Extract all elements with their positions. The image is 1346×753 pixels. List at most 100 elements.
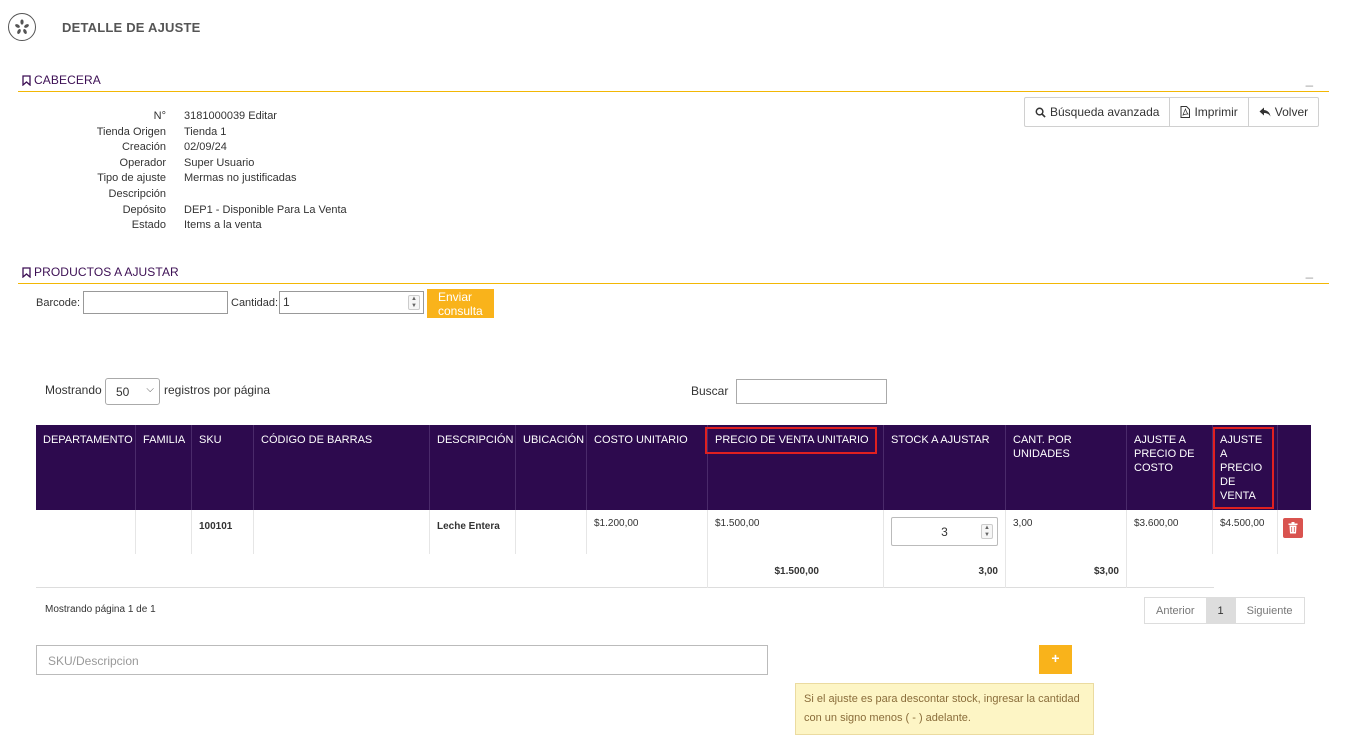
add-product-button[interactable]: +	[1039, 645, 1072, 674]
trash-icon	[1288, 522, 1298, 534]
cell-departamento	[36, 510, 135, 554]
info-row-adjust-type: Tipo de ajuste Mermas no justificadas	[0, 172, 600, 188]
section-cabecera-title: CABECERA	[34, 73, 101, 87]
bookmark-icon	[22, 267, 31, 278]
section-cabecera-header: CABECERA _	[18, 70, 1329, 92]
cell-ajuste-costo: $3.600,00	[1126, 510, 1212, 554]
col-actions	[1277, 425, 1311, 510]
table-header: DEPARTAMENTO FAMILIA SKU CÓDIGO DE BARRA…	[36, 425, 1311, 510]
stock-adjust-input[interactable]: 3 ▲ ▼	[891, 517, 998, 546]
cell-ubicacion	[515, 510, 586, 554]
total-cant: $3,00	[1093, 566, 1119, 577]
barcode-input[interactable]	[83, 291, 228, 314]
stock-adjust-value: 3	[941, 525, 948, 539]
cell-familia	[135, 510, 191, 554]
info-row-status: Estado Items a la venta	[0, 219, 600, 235]
advanced-search-label: Búsqueda avanzada	[1050, 105, 1160, 119]
total-precio-venta: $1.500,00	[774, 566, 820, 577]
footer-divider	[1126, 554, 1127, 588]
col-descripcion[interactable]: DESCRIPCIÓN	[429, 425, 515, 510]
quantity-value: 1	[283, 295, 290, 309]
submit-query-button[interactable]: Enviar consulta	[427, 289, 494, 318]
cell-descripcion: Leche Entera	[429, 510, 515, 554]
info-row-created: Creación 02/09/24	[0, 141, 600, 157]
col-codigo-barras[interactable]: CÓDIGO DE BARRAS	[253, 425, 429, 510]
search-icon	[1035, 107, 1046, 118]
col-stock-ajustar[interactable]: STOCK A AJUSTAR	[883, 425, 1005, 510]
print-label: Imprimir	[1194, 105, 1238, 119]
col-ajuste-costo[interactable]: AJUSTE A PRECIO DE COSTO	[1126, 425, 1212, 510]
cell-cant-unidades: 3,00	[1005, 510, 1126, 554]
page-length-select[interactable]: 50 ⌵	[105, 378, 160, 405]
starburst-logo-icon	[15, 19, 29, 34]
header-info-list: N° 3181000039 Editar Tienda Origen Tienda …	[0, 110, 600, 235]
quantity-label: Cantidad:	[231, 297, 279, 309]
info-value: Tienda 1	[184, 125, 227, 138]
footer-divider	[707, 554, 708, 588]
collapse-productos-button[interactable]: _	[1306, 264, 1313, 279]
col-sku[interactable]: SKU	[191, 425, 253, 510]
col-departamento[interactable]: DEPARTAMENTO	[36, 425, 135, 510]
cell-codigo-barras	[253, 510, 429, 554]
table-footer-totals: $1.500,00 3,00 $3,00	[36, 554, 1214, 588]
info-label: Tipo de ajuste	[97, 172, 166, 185]
collapse-cabecera-button[interactable]: _	[1306, 72, 1313, 87]
info-value: 3181000039 Editar	[184, 110, 277, 122]
total-stock: 3,00	[978, 566, 998, 577]
reply-arrow-icon	[1259, 107, 1271, 117]
action-button-group: Búsqueda avanzada Imprimir Volver	[1024, 97, 1320, 127]
info-value: Items a la venta	[184, 219, 262, 232]
highlight-precio-venta	[705, 427, 877, 454]
info-label: N°	[153, 110, 166, 122]
col-costo-unitario[interactable]: COSTO UNITARIO	[586, 425, 707, 510]
highlight-ajuste-venta	[1213, 427, 1274, 509]
quantity-stepper[interactable]: ▲ ▼	[408, 295, 420, 310]
pagination-next-button[interactable]: Siguiente	[1235, 597, 1305, 624]
footer-divider	[883, 554, 884, 588]
quantity-input[interactable]: 1 ▲ ▼	[279, 291, 424, 314]
info-label: Creación	[121, 141, 166, 154]
table-search-label: Buscar	[691, 384, 729, 398]
print-button[interactable]: Imprimir	[1170, 97, 1249, 127]
page-length-control: Mostrando 50 ⌵ registros por página	[45, 378, 270, 405]
info-row-number: N° 3181000039 Editar	[0, 110, 600, 126]
section-productos-title: PRODUCTOS A AJUSTAR	[34, 265, 179, 279]
info-row-description: Descripción	[0, 188, 600, 204]
length-prefix: Mostrando	[45, 383, 102, 397]
info-label: Depósito	[122, 203, 166, 216]
col-familia[interactable]: FAMILIA	[135, 425, 191, 510]
info-value: Super Usuario	[184, 156, 255, 169]
col-ubicacion[interactable]: UBICACIÓN	[515, 425, 586, 510]
cell-sku: 100101	[191, 510, 253, 554]
pdf-file-icon	[1180, 106, 1191, 118]
bookmark-icon	[22, 75, 31, 86]
advanced-search-button[interactable]: Búsqueda avanzada	[1024, 97, 1171, 127]
barcode-label: Barcode:	[36, 297, 81, 309]
cell-ajuste-venta: $4.500,00	[1212, 510, 1277, 554]
stock-adjust-stepper[interactable]: ▲ ▼	[981, 524, 993, 539]
info-label: Operador	[119, 156, 166, 169]
sku-description-input[interactable]: SKU/Descripcion	[36, 645, 768, 675]
chevron-down-icon: ⌵	[146, 384, 154, 395]
info-value: 02/09/24	[184, 141, 227, 154]
back-label: Volver	[1274, 105, 1309, 119]
info-row-operator: Operador Super Usuario	[0, 157, 600, 173]
info-value: Mermas no justificadas	[184, 172, 297, 185]
footer-divider	[1005, 554, 1006, 588]
table-search-input[interactable]	[736, 379, 887, 404]
pagination-page-button[interactable]: 1	[1206, 597, 1236, 624]
info-label: Estado	[131, 219, 166, 232]
info-label: Tienda Origen	[96, 125, 166, 138]
info-label: Descripción	[108, 187, 166, 200]
info-row-deposit: Depósito DEP1 - Disponible Para La Venta	[0, 204, 600, 220]
section-productos-header: PRODUCTOS A AJUSTAR _	[18, 262, 1329, 284]
delete-row-button[interactable]	[1283, 518, 1303, 538]
info-row-store: Tienda Origen Tienda 1	[0, 126, 600, 142]
col-cant-unidades[interactable]: CANT. POR UNIDADES	[1005, 425, 1126, 510]
app-logo[interactable]	[8, 13, 36, 41]
negative-quantity-hint: Si el ajuste es para descontar stock, in…	[795, 683, 1094, 735]
page-length-value: 50	[116, 385, 130, 399]
back-button[interactable]: Volver	[1248, 97, 1320, 127]
pagination-prev-button[interactable]: Anterior	[1144, 597, 1207, 624]
page-title: DETALLE DE AJUSTE	[62, 20, 201, 35]
